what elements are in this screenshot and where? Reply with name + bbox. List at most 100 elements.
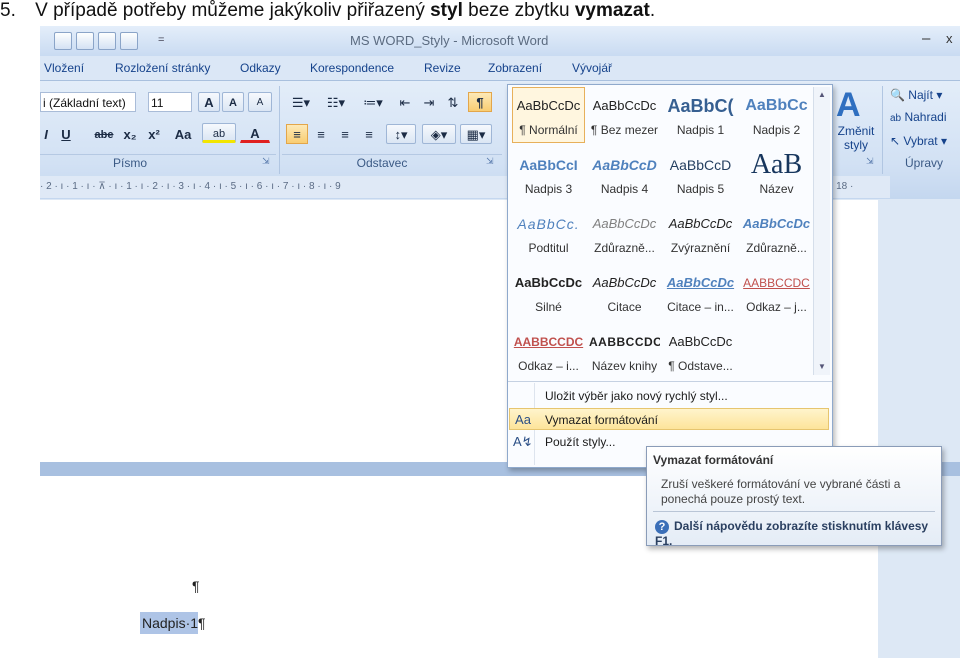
- align-right-button[interactable]: ≡: [334, 124, 356, 144]
- style-cell[interactable]: AaBbC(Nadpis 1: [664, 87, 737, 143]
- style-cell[interactable]: AaBbCcDc Citace: [588, 264, 661, 320]
- tab-korespondence[interactable]: Korespondence: [310, 61, 394, 75]
- superscript-button[interactable]: x²: [144, 124, 164, 144]
- italic-button[interactable]: I: [40, 124, 52, 144]
- horizontal-ruler[interactable]: · 2 · ı · 1 · ı · ⊼ · ı · 1 · ı · 2 · ı …: [40, 176, 510, 198]
- font-color-button[interactable]: A: [240, 123, 270, 143]
- change-case-button[interactable]: Aa: [168, 124, 198, 144]
- minimize-button[interactable]: –: [922, 30, 930, 47]
- replace-label: Nahradi: [904, 110, 947, 124]
- gallery-scrollbar[interactable]: ▲ ▼: [813, 87, 830, 375]
- selected-heading-text[interactable]: Nadpis·1: [140, 612, 198, 634]
- decrease-indent-button[interactable]: ⇤: [394, 92, 416, 112]
- show-marks-button[interactable]: ¶: [468, 92, 492, 112]
- paragraph-dialog-launcher-icon[interactable]: ⇲: [486, 156, 494, 167]
- replace-button[interactable]: ab Nahradi: [890, 110, 947, 124]
- style-cell[interactable]: AaBbCcDc ¶ Normální: [512, 87, 585, 143]
- style-cell[interactable]: AaBbCcI Nadpis 3: [512, 146, 585, 202]
- tab-odkazy[interactable]: Odkazy: [240, 61, 281, 75]
- subscript-button[interactable]: x₂: [120, 124, 140, 144]
- style-cell[interactable]: AABBCCDC Název knihy: [588, 323, 661, 379]
- style-name: Název: [759, 182, 794, 196]
- style-preview: AaBbCcDc: [514, 275, 583, 290]
- font-name-combo[interactable]: i (Základní text): [40, 92, 136, 112]
- step-number: 5.: [0, 0, 16, 21]
- style-cell[interactable]: AaBbCcDc Zdůrazně...: [588, 205, 661, 261]
- style-preview: AABBCCDC: [513, 335, 584, 349]
- editing-group-label: Úpravy: [904, 156, 943, 170]
- highlight-color-button[interactable]: ab: [202, 123, 236, 143]
- change-styles-button[interactable]: Změnit styly: [834, 124, 878, 152]
- bullets-button[interactable]: ☰▾: [286, 92, 316, 112]
- numbering-button[interactable]: ☷▾: [320, 92, 352, 112]
- line-spacing-button[interactable]: ↕▾: [386, 124, 416, 144]
- style-cell[interactable]: AaB Název: [740, 146, 813, 202]
- menu-save-quick-style[interactable]: Uložit výběr jako nový rychlý styl...: [509, 385, 829, 407]
- window-title: MS WORD_Styly - Microsoft Word: [350, 33, 549, 48]
- style-cell[interactable]: AABBCCDC Odkaz – j...: [740, 264, 813, 320]
- style-cell[interactable]: AaBbCcDc ¶ Bez mezer: [588, 87, 661, 143]
- scroll-up-icon[interactable]: ▲: [814, 90, 830, 99]
- help-icon: ?: [655, 520, 669, 534]
- font-dialog-launcher-icon[interactable]: ⇲: [262, 156, 270, 167]
- style-preview: AaBbCcDc: [592, 98, 657, 113]
- tab-revize[interactable]: Revize: [424, 61, 461, 75]
- quick-styles-gallery: AaBbCcDc ¶ Normální AaBbCcDc ¶ Bez mezer AaB…: [507, 84, 833, 468]
- tab-vyvojar[interactable]: Vývojář: [572, 61, 612, 75]
- sort-button[interactable]: ⇅: [442, 92, 464, 112]
- select-button[interactable]: ↖ Vybrat ▾: [890, 134, 947, 148]
- style-name: Podtitul: [528, 241, 569, 255]
- print-icon[interactable]: [76, 32, 94, 50]
- heading-paragraph-mark: ¶: [198, 615, 206, 631]
- spelling-icon[interactable]: [98, 32, 116, 50]
- paragraph-group-line: [282, 154, 502, 155]
- style-cell[interactable]: AaBbCcDc ¶ Odstave...: [664, 323, 737, 379]
- style-preview: AaB: [750, 149, 803, 180]
- style-cell[interactable]: AaBbCcDc Zvýraznění: [664, 205, 737, 261]
- style-name: Název knihy: [591, 359, 658, 373]
- shading-button[interactable]: ◈▾: [422, 124, 456, 144]
- apply-styles-icon: A↯: [513, 434, 533, 449]
- style-name: Nadpis 4: [600, 182, 649, 196]
- multilevel-list-button[interactable]: ≔▾: [356, 92, 390, 112]
- font-size-combo[interactable]: 11: [148, 92, 192, 112]
- tab-vlozeni[interactable]: Vložení: [44, 61, 84, 75]
- style-name: ¶ Odstave...: [668, 359, 733, 373]
- change-styles-icon[interactable]: A: [836, 86, 861, 125]
- close-button[interactable]: x: [946, 31, 953, 46]
- tab-zobrazeni[interactable]: Zobrazení: [488, 61, 542, 75]
- horizontal-ruler-right[interactable]: · 18 ·: [830, 176, 890, 198]
- style-cell[interactable]: AABBCCDC Odkaz – i...: [512, 323, 585, 379]
- preview-icon[interactable]: [54, 32, 72, 50]
- scroll-down-icon[interactable]: ▼: [814, 362, 830, 371]
- style-cell[interactable]: AaBbCcDc Silné: [512, 264, 585, 320]
- style-cell[interactable]: AaBbCcD Nadpis 4: [588, 146, 661, 202]
- align-center-button[interactable]: ≡: [310, 124, 332, 144]
- style-cell[interactable]: AaBbCcDc Citace – in...: [664, 264, 737, 320]
- align-left-button[interactable]: ≡: [286, 124, 308, 144]
- caption-text-2: beze zbytku: [462, 0, 575, 21]
- shrink-font-button[interactable]: A: [222, 92, 244, 112]
- underline-button[interactable]: U: [58, 124, 74, 144]
- styles-dialog-launcher-icon[interactable]: ⇲: [866, 156, 874, 167]
- style-cell[interactable]: AaBbCcDc Zdůrazně...: [740, 205, 813, 261]
- increase-indent-button[interactable]: ⇥: [418, 92, 440, 112]
- style-cell[interactable]: AaBbCc Nadpis 2: [740, 87, 813, 143]
- menu-clear-formatting-label: Vymazat formátování: [545, 413, 658, 427]
- grow-font-button[interactable]: A: [198, 92, 220, 112]
- justify-button[interactable]: ≡: [358, 124, 380, 144]
- font-group-line: [40, 154, 276, 155]
- borders-button[interactable]: ▦▾: [460, 124, 492, 144]
- tooltip-divider: [653, 511, 935, 512]
- tab-rozlozeni-stranky[interactable]: Rozložení stránky: [115, 61, 210, 75]
- customize-quick-access-icon[interactable]: =: [158, 34, 164, 46]
- menu-clear-formatting[interactable]: Aa Vymazat formátování: [509, 408, 829, 430]
- find-button[interactable]: 🔍 Najít ▾: [890, 88, 942, 102]
- draw-table-icon[interactable]: [120, 32, 138, 50]
- style-name: Citace: [607, 300, 642, 314]
- style-preview: AaBbCcI: [519, 157, 578, 173]
- style-cell[interactable]: AaBbCc. Podtitul: [512, 205, 585, 261]
- style-cell[interactable]: AaBbCcD Nadpis 5: [664, 146, 737, 202]
- clear-formatting-ribbon-icon[interactable]: A: [248, 92, 272, 112]
- strikethrough-button[interactable]: abe: [92, 124, 116, 144]
